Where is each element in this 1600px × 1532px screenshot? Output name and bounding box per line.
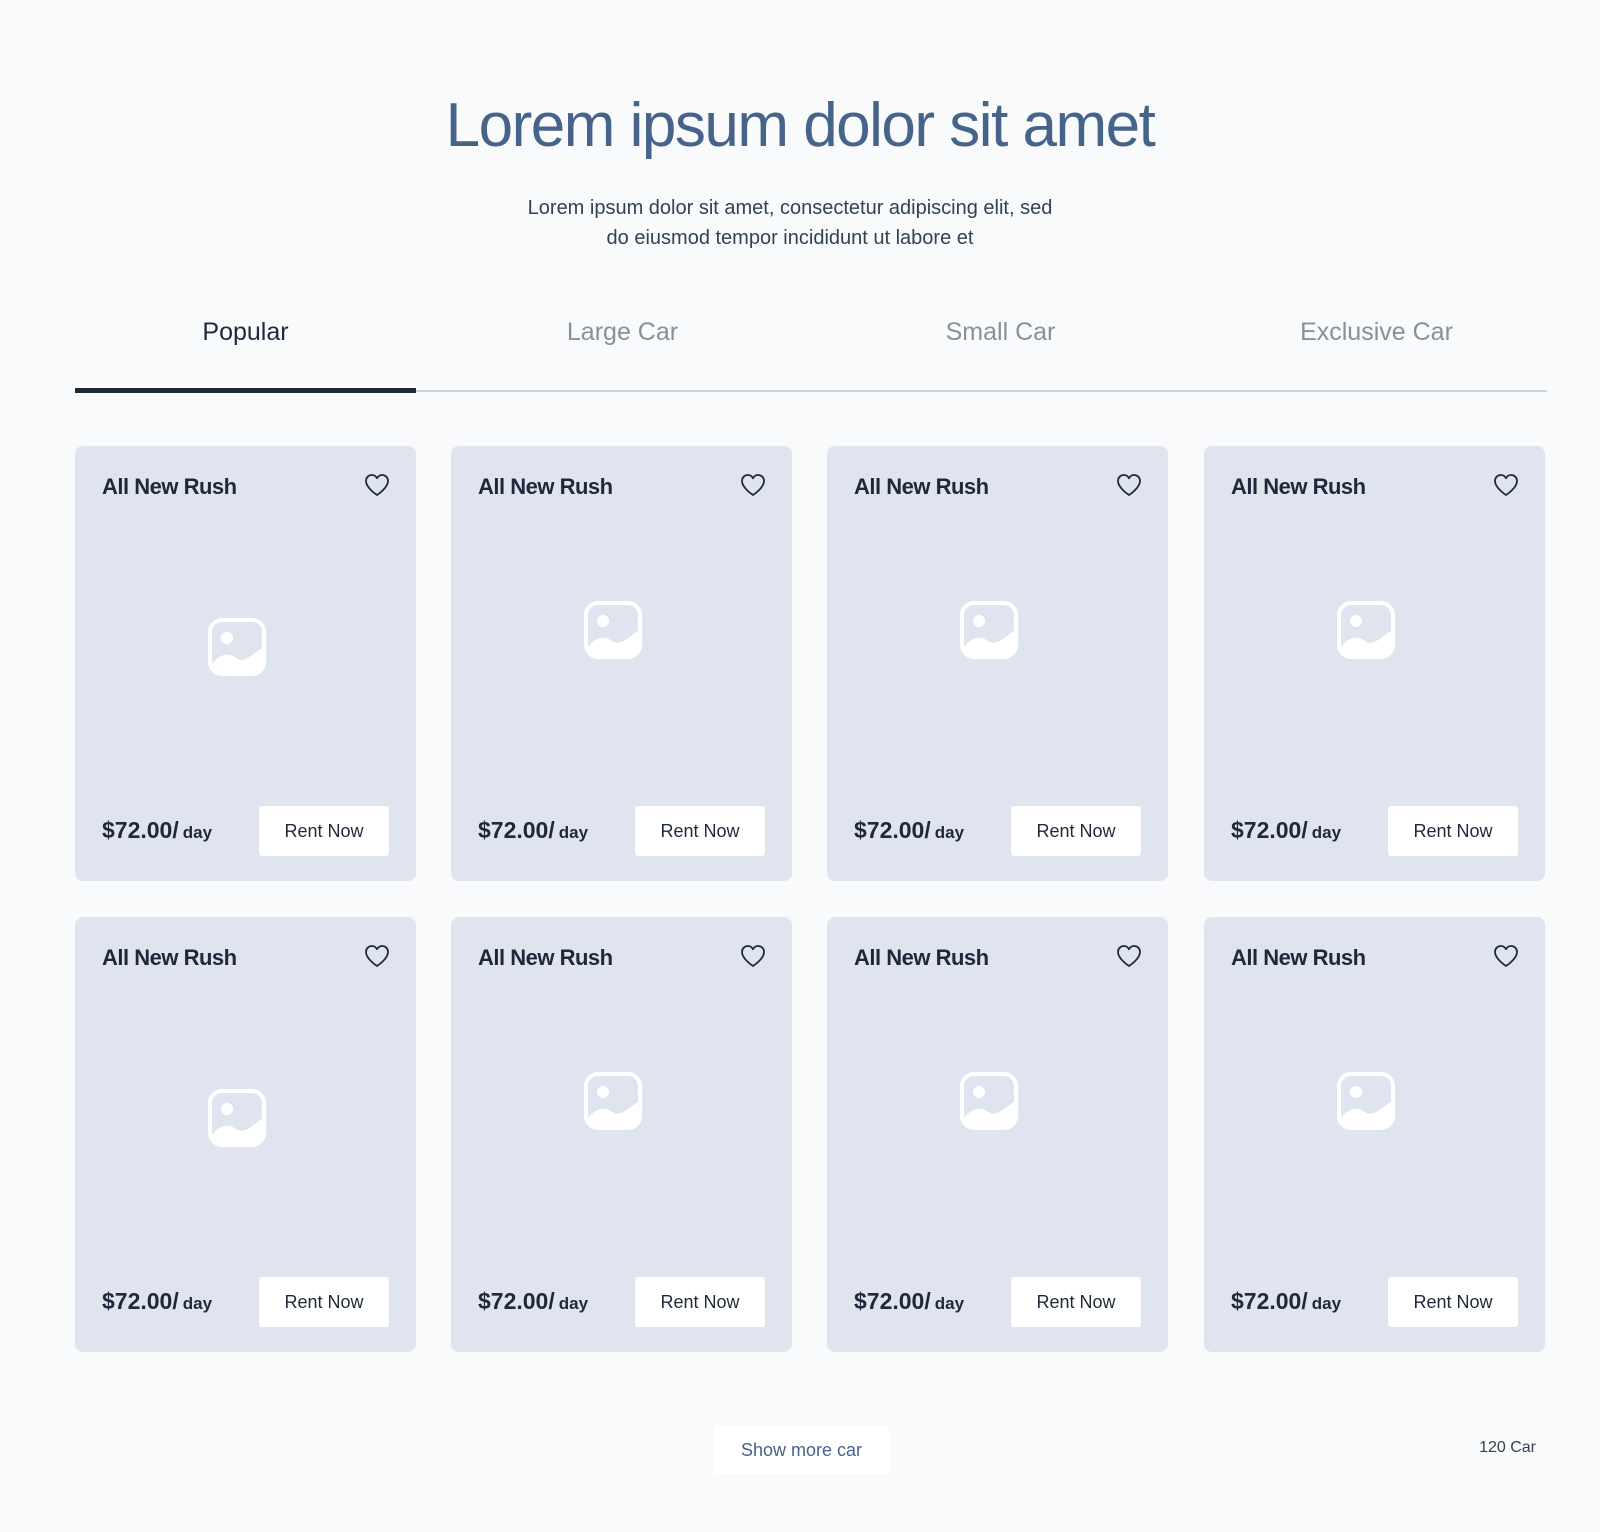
tab-small-car[interactable]: Small Car [830,318,1171,347]
car-title: All New Rush [102,474,237,499]
price-unit: day [558,1294,589,1313]
subtitle-line-1: Lorem ipsum dolor sit amet, consectetur … [527,197,1053,219]
rent-now-button[interactable]: Rent Now [1388,1277,1518,1327]
tab-large-car[interactable]: Large Car [452,318,793,347]
car-title: All New Rush [1231,945,1366,970]
image-placeholder-icon [208,1089,266,1147]
price-unit: day [558,823,589,842]
car-card: All New Rush $72.00/day Rent Now [1204,917,1545,1352]
rent-now-button[interactable]: Rent Now [1011,1277,1141,1327]
heart-icon[interactable] [364,473,390,497]
price-amount: $72.00/ [1231,817,1308,843]
car-price: $72.00/day [102,818,212,845]
car-price: $72.00/day [478,1289,588,1316]
image-placeholder-icon [584,1072,642,1130]
heart-icon[interactable] [1493,944,1519,968]
heart-icon[interactable] [1493,473,1519,497]
car-price: $72.00/day [102,1289,212,1316]
price-unit: day [934,1294,965,1313]
car-card: All New Rush $72.00/day Rent Now [827,446,1168,881]
show-more-button[interactable]: Show more car [714,1426,889,1474]
heart-icon[interactable] [1116,473,1142,497]
rent-now-button[interactable]: Rent Now [635,1277,765,1327]
rent-now-button[interactable]: Rent Now [635,806,765,856]
price-amount: $72.00/ [478,817,555,843]
car-title: All New Rush [1231,474,1366,499]
price-amount: $72.00/ [854,817,931,843]
car-card: All New Rush $72.00/day Rent Now [451,917,792,1352]
car-card: All New Rush $72.00/day Rent Now [75,917,416,1352]
category-tabs: Popular Large Car Small Car Exclusive Ca… [75,300,1547,393]
page-title: Lorem ipsum dolor sit amet [445,91,1156,160]
heart-icon[interactable] [364,944,390,968]
image-placeholder-icon [1337,601,1395,659]
image-placeholder-icon [960,1072,1018,1130]
price-unit: day [182,823,213,842]
rent-now-button[interactable]: Rent Now [259,1277,389,1327]
price-amount: $72.00/ [102,1288,179,1314]
car-title: All New Rush [854,474,989,499]
car-price: $72.00/day [854,1289,964,1316]
car-title: All New Rush [478,945,613,970]
page-subtitle: Lorem ipsum dolor sit amet, consectetur … [480,193,1100,253]
image-placeholder-icon [584,601,642,659]
car-card: All New Rush $72.00/day Rent Now [827,917,1168,1352]
heart-icon[interactable] [740,944,766,968]
car-price: $72.00/day [854,818,964,845]
tab-popular[interactable]: Popular [75,318,416,347]
car-card: All New Rush $72.00/day Rent Now [451,446,792,881]
active-tab-indicator [75,388,416,393]
car-price: $72.00/day [478,818,588,845]
price-unit: day [934,823,965,842]
price-unit: day [182,1294,213,1313]
price-amount: $72.00/ [102,817,179,843]
tab-exclusive-car[interactable]: Exclusive Car [1206,318,1547,347]
heart-icon[interactable] [1116,944,1142,968]
price-unit: day [1311,823,1342,842]
car-card: All New Rush $72.00/day Rent Now [1204,446,1545,881]
car-count: 120 Car [1479,1439,1536,1456]
car-title: All New Rush [102,945,237,970]
car-price: $72.00/day [1231,1289,1341,1316]
rent-now-button[interactable]: Rent Now [259,806,389,856]
image-placeholder-icon [1337,1072,1395,1130]
price-amount: $72.00/ [1231,1288,1308,1314]
heart-icon[interactable] [740,473,766,497]
image-placeholder-icon [208,618,266,676]
price-unit: day [1311,1294,1342,1313]
image-placeholder-icon [960,601,1018,659]
price-amount: $72.00/ [854,1288,931,1314]
car-title: All New Rush [478,474,613,499]
rent-now-button[interactable]: Rent Now [1011,806,1141,856]
price-amount: $72.00/ [478,1288,555,1314]
car-card: All New Rush $72.00/day Rent Now [75,446,416,881]
car-title: All New Rush [854,945,989,970]
rent-now-button[interactable]: Rent Now [1388,806,1518,856]
subtitle-line-2: do eiusmod tempor incididunt ut labore e… [606,227,974,249]
car-price: $72.00/day [1231,818,1341,845]
